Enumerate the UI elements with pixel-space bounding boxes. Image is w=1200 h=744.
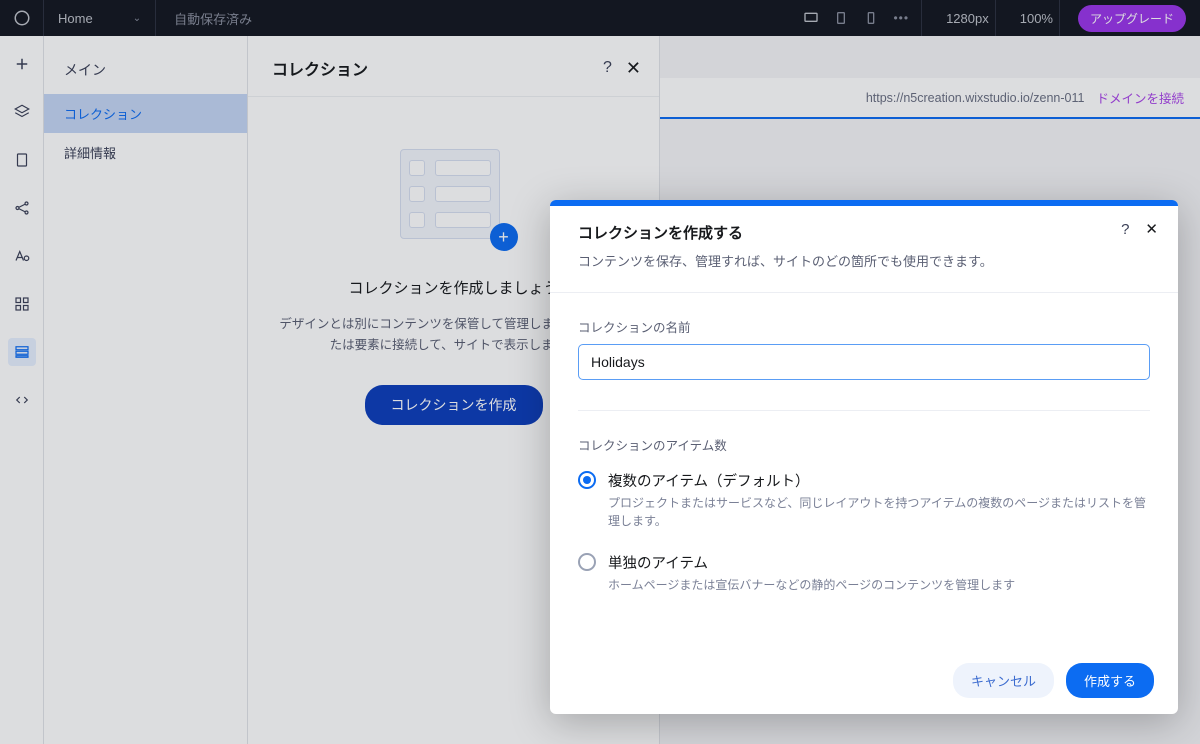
create-button[interactable]: 作成する	[1066, 663, 1154, 698]
modal-close-icon[interactable]: ✕	[1145, 220, 1158, 238]
modal-help-icon[interactable]: ?	[1121, 221, 1129, 238]
option-single-title: 単独のアイテム	[608, 552, 1150, 573]
option-multiple-desc: プロジェクトまたはサービスなど、同じレイアウトを持つアイテムの複数のページまたは…	[608, 494, 1150, 530]
collection-name-input[interactable]	[578, 344, 1150, 380]
collection-name-label: コレクションの名前	[578, 317, 1150, 336]
cancel-button[interactable]: キャンセル	[953, 663, 1054, 698]
option-multiple-title: 複数のアイテム（デフォルト）	[608, 470, 1150, 491]
radio-checked-icon[interactable]	[578, 471, 596, 489]
radio-single-item[interactable]: 単独のアイテム ホームページまたは宣伝バナーなどの静的ページのコンテンツを管理し…	[578, 552, 1150, 594]
create-collection-modal: ? ✕ コレクションを作成する コンテンツを保存、管理すれば、サイトのどの箇所で…	[550, 200, 1178, 714]
radio-multiple-items[interactable]: 複数のアイテム（デフォルト） プロジェクトまたはサービスなど、同じレイアウトを持…	[578, 470, 1150, 530]
modal-subtitle: コンテンツを保存、管理すれば、サイトのどの箇所でも使用できます。	[578, 251, 1150, 270]
radio-unchecked-icon[interactable]	[578, 553, 596, 571]
modal-title: コレクションを作成する	[578, 222, 1150, 243]
option-single-desc: ホームページまたは宣伝バナーなどの静的ページのコンテンツを管理します	[608, 576, 1150, 594]
divider	[578, 410, 1150, 411]
items-count-label: コレクションのアイテム数	[578, 435, 1150, 454]
